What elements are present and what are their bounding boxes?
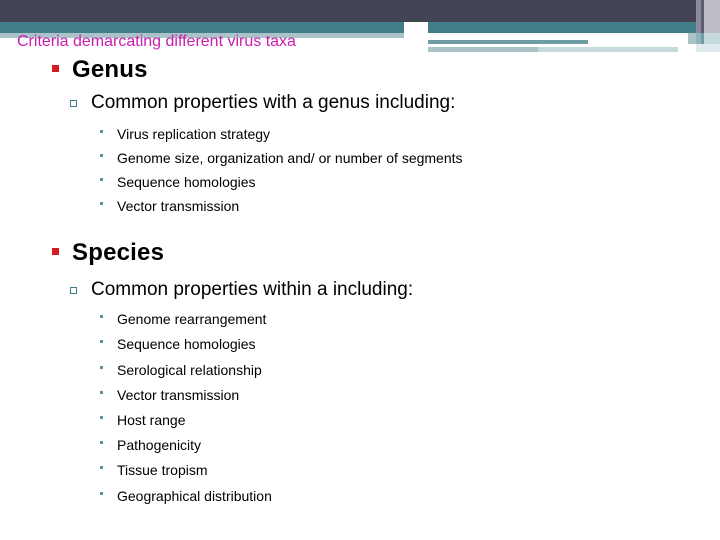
- list-item: Genome rearrangement: [100, 307, 720, 332]
- list-item: Tissue tropism: [100, 458, 720, 483]
- section-heading-genus: Genus: [52, 55, 720, 85]
- dot-bullet-icon: [100, 307, 117, 319]
- header-pale-accent-line-2: [538, 47, 678, 52]
- slide-body: Genus Common properties with a genus inc…: [0, 55, 720, 509]
- list-item: Sequence homologies: [100, 332, 720, 357]
- dot-bullet-icon: [100, 146, 117, 157]
- square-bullet-icon: [52, 238, 72, 255]
- dot-bullet-icon: [100, 170, 117, 182]
- dot-bullet-icon: [100, 383, 117, 394]
- list-item-label: Host range: [117, 412, 186, 428]
- header-vertical-bar-3: [704, 0, 720, 33]
- section-subheading-genus: Common properties with a genus including…: [70, 91, 720, 116]
- list-item: Genome size, organization and/ or number…: [100, 146, 720, 170]
- section-genus: Genus Common properties with a genus inc…: [0, 55, 720, 219]
- header-vertical-bar-8: [696, 44, 720, 52]
- list-item: Serological relationship: [100, 358, 720, 383]
- list-item-label: Vector transmission: [117, 198, 240, 215]
- section-heading-species: Species: [52, 238, 720, 268]
- list-item-label: Genome size, organization and/ or number…: [117, 149, 463, 166]
- header-pale-accent-line: [428, 47, 538, 52]
- dot-bullet-icon: [100, 358, 117, 369]
- list-item-label: Tissue tropism: [117, 462, 208, 479]
- header-vertical-bar-4: [688, 33, 696, 44]
- list-item: Geographical distribution: [100, 484, 720, 509]
- header-teal-band-right: [428, 22, 696, 33]
- section-subheading-label: Common properties within a including:: [91, 278, 414, 300]
- header-dark-band: [0, 0, 720, 22]
- list-item: Host range: [100, 408, 720, 433]
- dot-bullet-icon: [100, 194, 117, 206]
- list-item: Virus replication strategy: [100, 122, 720, 146]
- list-item: Vector transmission: [100, 194, 720, 218]
- section-subheading-species: Common properties within a including:: [70, 278, 720, 303]
- list-item: Vector transmission: [100, 383, 720, 408]
- list-item: Sequence homologies: [100, 170, 720, 194]
- dot-bullet-icon: [100, 458, 117, 470]
- section-subheading-label: Common properties with a genus including…: [91, 92, 456, 113]
- section-heading-label: Species: [72, 238, 165, 266]
- square-bullet-icon: [52, 55, 72, 72]
- header-vertical-bar-7: [704, 33, 720, 44]
- hollow-square-bullet-icon: [70, 278, 91, 294]
- header-teal-accent-line: [428, 40, 588, 44]
- dot-bullet-icon: [100, 122, 117, 133]
- header-teal-band-left: [0, 22, 404, 33]
- page-title: Criteria demarcating different virus tax…: [17, 33, 296, 50]
- list-item-label: Serological relationship: [117, 361, 262, 378]
- section-species: Species Common properties within a inclu…: [0, 238, 720, 509]
- dot-bullet-icon: [100, 408, 117, 419]
- dot-bullet-icon: [100, 433, 117, 445]
- list-item-label: Sequence homologies: [117, 336, 256, 353]
- genus-criteria-list: Virus replication strategy Genome size, …: [100, 122, 720, 219]
- species-criteria-list: Genome rearrangement Sequence homologies…: [100, 307, 720, 509]
- list-item-label: Vector transmission: [117, 386, 240, 403]
- list-item-label: Virus replication strategy: [117, 125, 271, 142]
- list-item-label: Geographical distribution: [117, 487, 272, 504]
- list-item-label: Sequence homologies: [117, 174, 256, 191]
- section-heading-label: Genus: [72, 56, 148, 83]
- list-item-label: Genome rearrangement: [117, 311, 267, 328]
- dot-bullet-icon: [100, 484, 117, 495]
- dot-bullet-icon: [100, 332, 117, 344]
- hollow-square-bullet-icon: [70, 91, 91, 107]
- list-item: Pathogenicity: [100, 433, 720, 458]
- list-item-label: Pathogenicity: [117, 437, 202, 454]
